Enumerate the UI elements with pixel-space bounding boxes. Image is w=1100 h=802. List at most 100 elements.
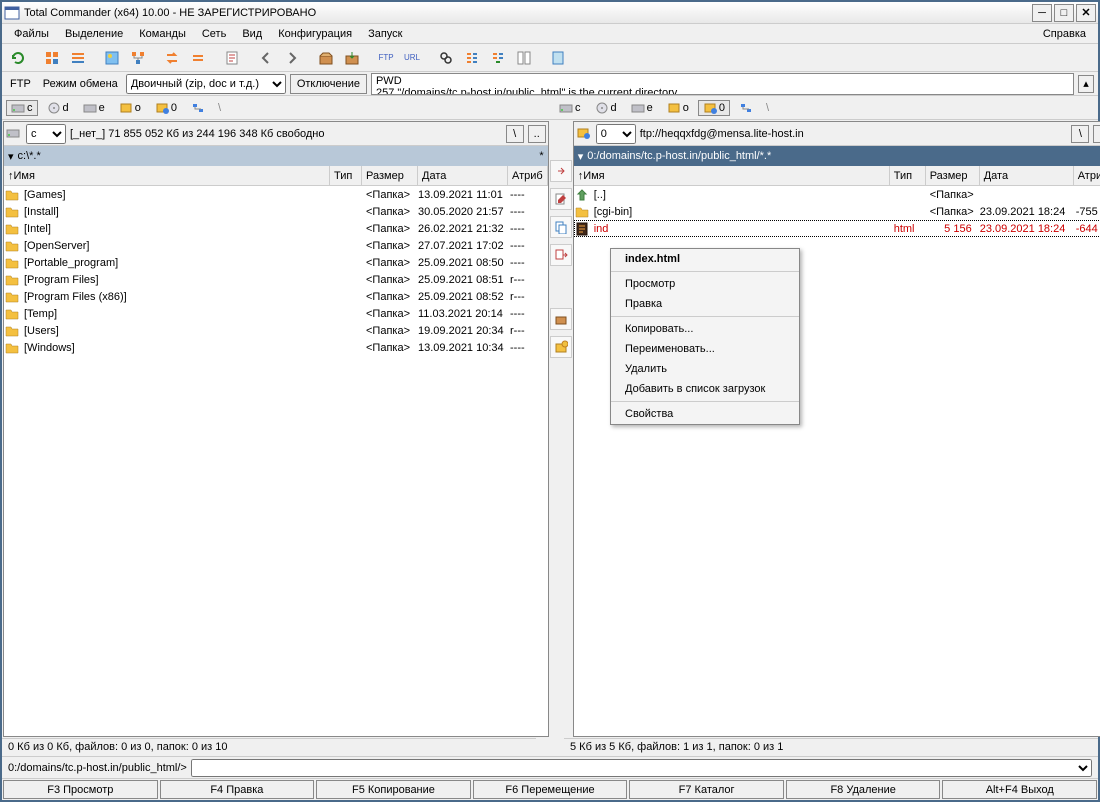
context-item[interactable]: Удалить	[611, 359, 799, 379]
drive-d-r[interactable]: d	[590, 100, 622, 116]
minimize-button[interactable]: ─	[1032, 4, 1052, 22]
right-path-arrow-icon[interactable]: ▾	[578, 150, 584, 163]
view-brief-icon[interactable]	[40, 46, 64, 70]
f3-button[interactable]: F3 Просмотр	[3, 780, 158, 799]
col-size[interactable]: Размер	[362, 166, 418, 185]
left-drive-select[interactable]: c	[26, 124, 66, 144]
menu-selection[interactable]: Выделение	[57, 26, 131, 42]
menu-config[interactable]: Конфигурация	[270, 26, 360, 42]
context-item[interactable]: Свойства	[611, 404, 799, 424]
right-path[interactable]: ▾ 0:/domains/tc.p-host.in/public_html/*.…	[574, 146, 1100, 166]
drive-d[interactable]: d	[42, 100, 74, 116]
ftp-mode-select[interactable]: Двоичный (zip, doc и т.д.)	[126, 74, 286, 94]
menu-view[interactable]: Вид	[234, 26, 270, 42]
left-path[interactable]: ▾ c:\*.* *	[4, 146, 548, 166]
col-attr[interactable]: Атриб	[508, 166, 548, 185]
mid-new-icon[interactable]	[550, 336, 572, 358]
swap-icon[interactable]	[160, 46, 184, 70]
thumb-icon[interactable]	[100, 46, 124, 70]
left-up-button[interactable]: ..	[528, 125, 546, 143]
context-item[interactable]: Добавить в список загрузок	[611, 379, 799, 399]
file-row[interactable]: [Games]<Папка>13.09.2021 11:01----	[4, 186, 548, 203]
col-type-r[interactable]: Тип	[890, 166, 926, 185]
left-root-button[interactable]: \	[506, 125, 524, 143]
file-row[interactable]: [Temp]<Папка>11.03.2021 20:14----	[4, 305, 548, 322]
menu-commands[interactable]: Команды	[131, 26, 194, 42]
file-row[interactable]: [Program Files (x86)]<Папка>25.09.2021 0…	[4, 288, 548, 305]
cmd-input[interactable]	[191, 759, 1092, 777]
f8-button[interactable]: F8 Удаление	[786, 780, 941, 799]
file-row[interactable]: [Users]<Папка>19.09.2021 20:34r---	[4, 322, 548, 339]
drive-0-r[interactable]: 0	[698, 100, 730, 116]
equal-icon[interactable]	[186, 46, 210, 70]
file-row[interactable]: [Program Files]<Папка>25.09.2021 08:51r-…	[4, 271, 548, 288]
context-item[interactable]: Переименовать...	[611, 339, 799, 359]
f7-button[interactable]: F7 Каталог	[629, 780, 784, 799]
col-date-r[interactable]: Дата	[980, 166, 1074, 185]
sync-icon[interactable]	[486, 46, 510, 70]
f4-button[interactable]: F4 Правка	[160, 780, 315, 799]
diff-icon[interactable]	[512, 46, 536, 70]
f6-button[interactable]: F6 Перемещение	[473, 780, 628, 799]
col-type[interactable]: Тип	[330, 166, 362, 185]
right-up-button[interactable]: ..	[1093, 125, 1100, 143]
drive-o[interactable]: o	[114, 100, 146, 116]
file-row[interactable]: indhtml5 15623.09.2021 18:24-644	[574, 220, 1100, 237]
pack-icon[interactable]	[314, 46, 338, 70]
drive-net[interactable]	[186, 100, 210, 116]
col-name[interactable]: ↑Имя	[4, 166, 330, 185]
file-row[interactable]: [cgi-bin]<Папка>23.09.2021 18:24-755	[574, 203, 1100, 220]
mid-move-icon[interactable]	[550, 244, 572, 266]
tree-icon[interactable]	[126, 46, 150, 70]
close-button[interactable]: ✕	[1076, 4, 1096, 22]
view-full-icon[interactable]	[66, 46, 90, 70]
context-item[interactable]: Просмотр	[611, 274, 799, 294]
search-icon[interactable]	[434, 46, 458, 70]
drive-c[interactable]: c	[6, 100, 38, 116]
drive-0[interactable]: 0	[150, 100, 182, 116]
file-row[interactable]: [OpenServer]<Папка>27.07.2021 17:02----	[4, 237, 548, 254]
mid-edit-icon[interactable]	[550, 188, 572, 210]
file-row[interactable]: [Windows]<Папка>13.09.2021 10:34----	[4, 339, 548, 356]
file-row[interactable]: [..]<Папка>	[574, 186, 1100, 203]
ftp-icon[interactable]: FTP	[374, 46, 398, 70]
multirename-icon[interactable]	[460, 46, 484, 70]
refresh-icon[interactable]	[6, 46, 30, 70]
left-path-arrow-icon[interactable]: ▾	[8, 150, 14, 163]
url-icon[interactable]: URL	[400, 46, 424, 70]
right-root-button[interactable]: \	[1071, 125, 1089, 143]
back-icon[interactable]	[254, 46, 278, 70]
left-fav-icon[interactable]: *	[539, 150, 543, 162]
drive-e-r[interactable]: e	[626, 100, 658, 116]
context-item[interactable]: Копировать...	[611, 319, 799, 339]
file-row[interactable]: [Install]<Папка>30.05.2020 21:57----	[4, 203, 548, 220]
mid-copy-icon[interactable]	[550, 216, 572, 238]
right-drive-select[interactable]: 0	[596, 124, 636, 144]
drive-o-r[interactable]: o	[662, 100, 694, 116]
mid-pack-icon[interactable]	[550, 308, 572, 330]
file-row[interactable]: [Intel]<Папка>26.02.2021 21:32----	[4, 220, 548, 237]
drive-net-r[interactable]	[734, 100, 758, 116]
col-date[interactable]: Дата	[418, 166, 508, 185]
drive-c-r[interactable]: c	[554, 100, 586, 116]
col-size-r[interactable]: Размер	[926, 166, 980, 185]
notepad-icon[interactable]	[546, 46, 570, 70]
col-name-r[interactable]: ↑Имя	[574, 166, 890, 185]
mid-nav-icon[interactable]	[550, 160, 572, 182]
unpack-icon[interactable]	[340, 46, 364, 70]
context-item[interactable]: Правка	[611, 294, 799, 314]
col-attr-r[interactable]: Атриб	[1074, 166, 1100, 185]
menu-net[interactable]: Сеть	[194, 26, 234, 42]
maximize-button[interactable]: □	[1054, 4, 1074, 22]
drive-e[interactable]: e	[78, 100, 110, 116]
altf4-button[interactable]: Alt+F4 Выход	[942, 780, 1097, 799]
menu-start[interactable]: Запуск	[360, 26, 410, 42]
left-file-list[interactable]: [Games]<Папка>13.09.2021 11:01----[Insta…	[4, 186, 548, 736]
menu-help[interactable]: Справка	[1035, 26, 1094, 42]
edit-icon[interactable]	[220, 46, 244, 70]
f5-button[interactable]: F5 Копирование	[316, 780, 471, 799]
ftp-scroll-up[interactable]: ▴	[1078, 75, 1094, 93]
ftp-disconnect-button[interactable]: Отключение	[290, 74, 367, 94]
forward-icon[interactable]	[280, 46, 304, 70]
file-row[interactable]: [Portable_program]<Папка>25.09.2021 08:5…	[4, 254, 548, 271]
